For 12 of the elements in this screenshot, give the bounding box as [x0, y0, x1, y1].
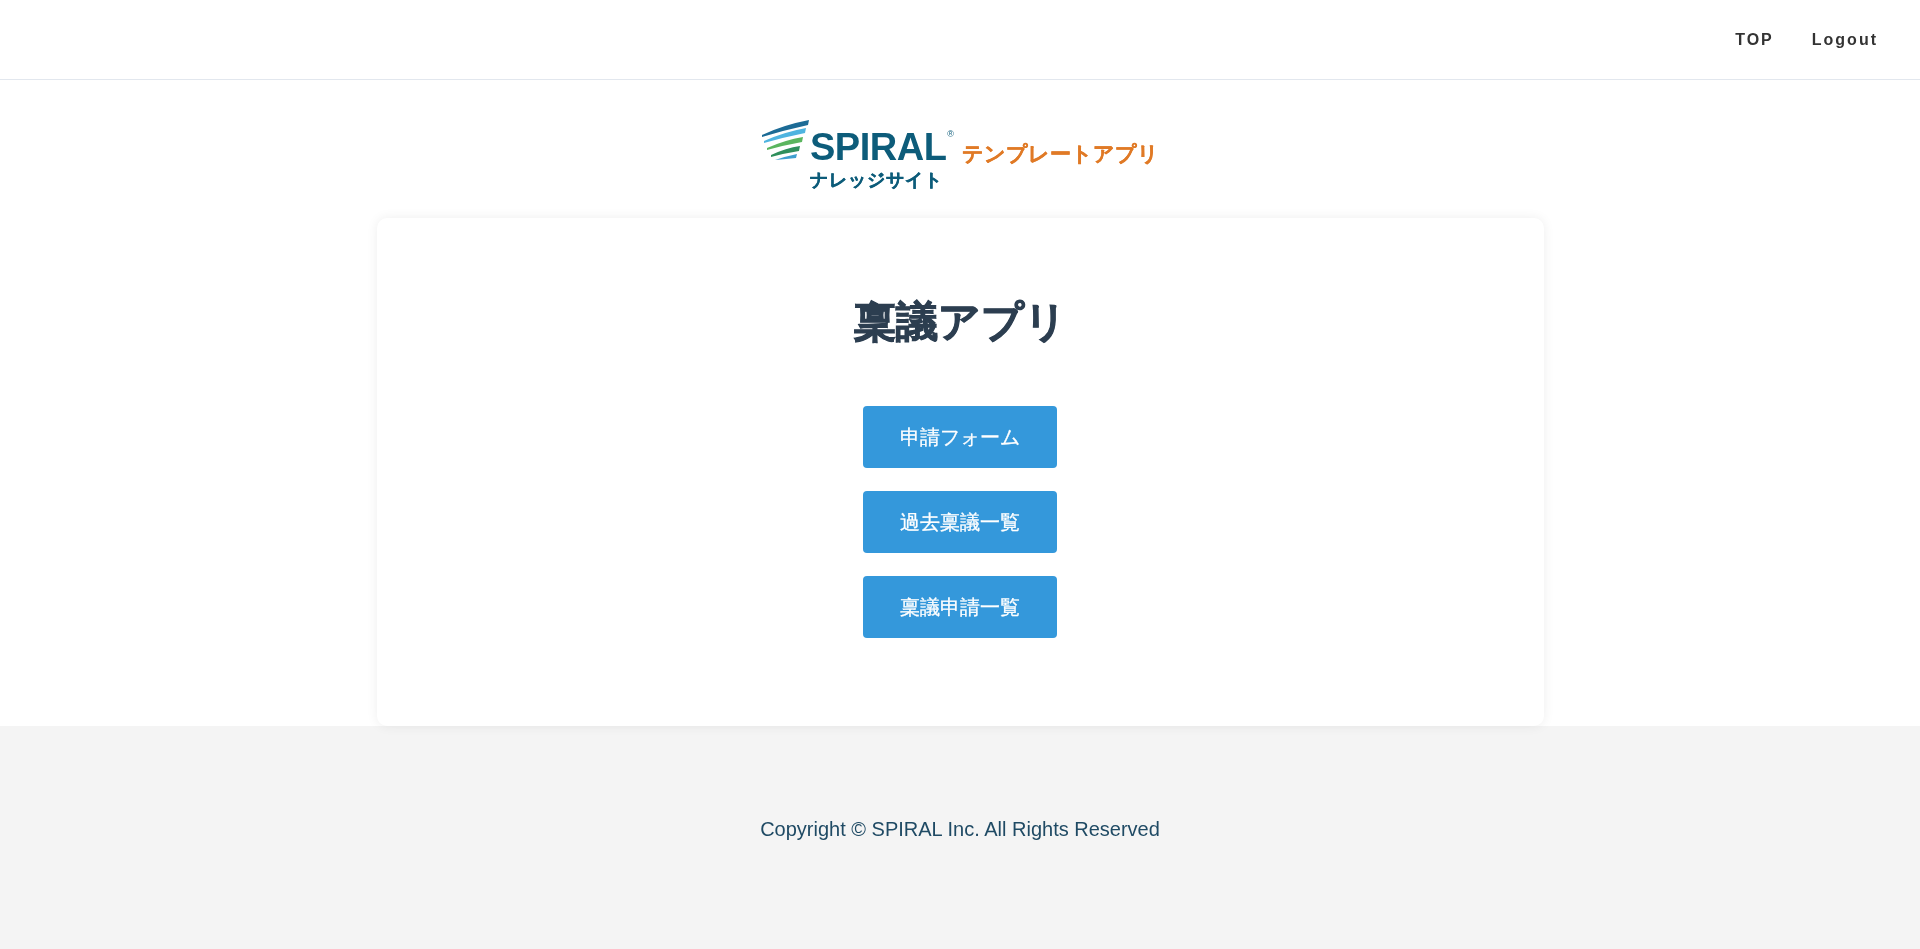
swirl-logo-icon	[761, 120, 809, 160]
brand-name: SPIRAL	[810, 128, 947, 166]
menu-button[interactable]: 稟議申請一覧	[863, 576, 1057, 638]
logo-subtitle: ナレッジサイト	[810, 169, 943, 191]
logo-tagline: テンプレートアプリ	[962, 141, 1159, 167]
copyright-text: Copyright © SPIRAL Inc. All Rights Reserved	[760, 817, 1160, 842]
nav-link[interactable]: TOP	[1735, 29, 1774, 50]
registered-mark: ®	[947, 130, 954, 139]
menu-button[interactable]: 過去稟議一覧	[863, 491, 1057, 553]
nav-link[interactable]: Logout	[1811, 29, 1878, 50]
page-title: 稟議アプリ	[853, 297, 1067, 347]
menu-button[interactable]: 申請フォーム	[863, 406, 1057, 468]
